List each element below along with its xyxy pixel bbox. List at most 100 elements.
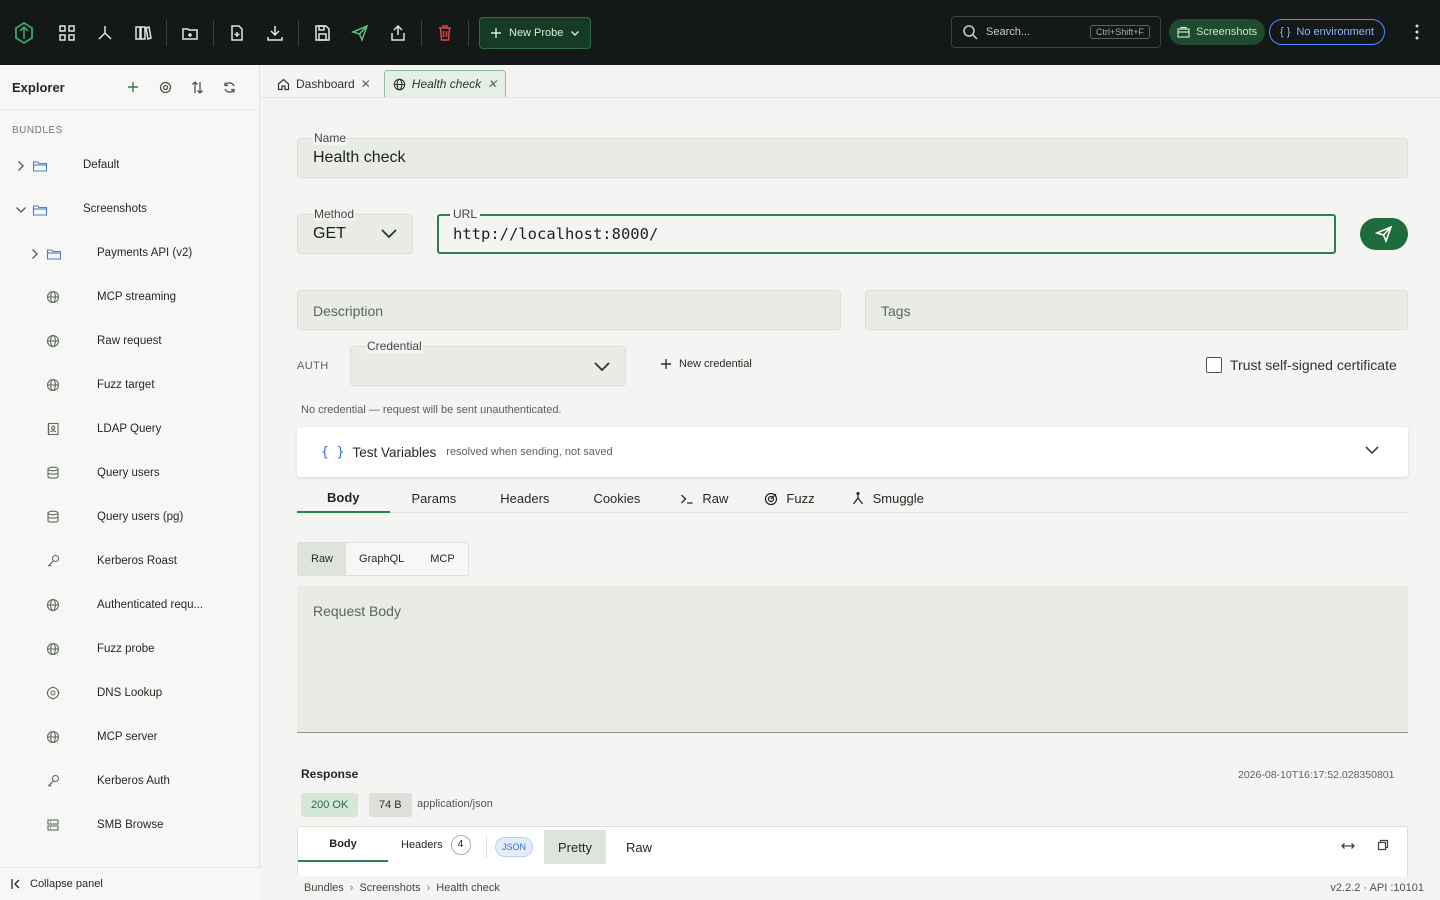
tags-input[interactable]: Tags: [865, 290, 1408, 330]
tab-dashboard[interactable]: Dashboard ✕: [268, 70, 380, 97]
body-mode-mcp[interactable]: MCP: [417, 543, 467, 575]
request-tab-raw[interactable]: Raw: [662, 484, 746, 513]
download-icon[interactable]: [256, 14, 294, 52]
sidebar-item[interactable]: Kerberos Roast: [0, 540, 259, 584]
response-tab-body[interactable]: Body: [298, 827, 388, 862]
sidebar-item-label: Query users: [97, 467, 160, 479]
sidebar-item[interactable]: MCP server: [0, 716, 259, 760]
chevron-down-icon[interactable]: [1364, 444, 1380, 456]
sidebar-item[interactable]: Fuzz probe: [0, 628, 259, 672]
auth-label: AUTH: [297, 360, 329, 372]
save-icon[interactable]: [303, 14, 341, 52]
url-value: http://localhost:8000/: [453, 225, 659, 243]
environment-label: No environment: [1296, 26, 1375, 38]
url-label: URL: [450, 207, 481, 221]
sidebar-item[interactable]: Payments API (v2): [0, 232, 259, 276]
checkbox-box[interactable]: [1206, 357, 1222, 373]
target-icon: [764, 492, 778, 506]
breadcrumb-item[interactable]: Bundles: [304, 882, 344, 894]
sort-icon[interactable]: [181, 71, 213, 103]
chevron-right-icon[interactable]: [14, 159, 28, 173]
target-icon[interactable]: [149, 71, 181, 103]
new-credential-button[interactable]: New credential: [660, 358, 752, 370]
request-tab-headers[interactable]: Headers: [478, 484, 571, 513]
environment-selector[interactable]: { } No environment: [1269, 19, 1386, 45]
library-icon[interactable]: [124, 14, 162, 52]
new-folder-icon[interactable]: [171, 14, 209, 52]
raw-view-button[interactable]: Raw: [614, 830, 664, 864]
response-panel: Body Headers 4 JSON Pretty Raw: [297, 826, 1408, 876]
description-input[interactable]: Description: [297, 290, 841, 330]
sidebar-item[interactable]: MCP streaming: [0, 276, 259, 320]
folder-icon: [32, 202, 48, 218]
sidebar-item[interactable]: Default: [0, 144, 259, 188]
test-variables-title: Test Variables: [352, 444, 437, 460]
request-tab-params[interactable]: Params: [390, 484, 479, 513]
trust-self-signed-checkbox[interactable]: Trust self-signed certificate: [1206, 357, 1397, 373]
workspace-chip[interactable]: Screenshots: [1169, 19, 1266, 45]
breadcrumb-item[interactable]: Screenshots: [359, 882, 420, 894]
collapse-panel-button[interactable]: Collapse panel: [0, 867, 260, 900]
sidebar-item[interactable]: Authenticated requ...: [0, 584, 259, 628]
close-icon[interactable]: ✕: [487, 77, 497, 91]
body-mode-graphql[interactable]: GraphQL: [346, 543, 417, 575]
chevron-right-icon[interactable]: [28, 247, 42, 261]
search-input[interactable]: Search... Ctrl+Shift+F: [951, 16, 1161, 48]
sidebar-item[interactable]: Query users: [0, 452, 259, 496]
sidebar-item[interactable]: Raw request: [0, 320, 259, 364]
explorer-title: Explorer: [12, 79, 65, 95]
content-type: application/json: [417, 798, 493, 810]
sidebar-item[interactable]: Query users (pg): [0, 496, 259, 540]
close-icon[interactable]: ✕: [361, 77, 371, 91]
request-tab-body[interactable]: Body: [297, 484, 390, 513]
sidebar-item[interactable]: LDAP Query: [0, 408, 259, 452]
database-icon: [46, 466, 62, 482]
workspace-icon: [1177, 26, 1190, 39]
request-tab-smuggle[interactable]: Smuggle: [833, 484, 942, 513]
copy-icon[interactable]: [1377, 839, 1389, 851]
sidebar-item[interactable]: Kerberos Auth: [0, 760, 259, 804]
url-input[interactable]: http://localhost:8000/: [437, 214, 1336, 254]
request-body-editor[interactable]: Request Body: [297, 586, 1408, 733]
request-tab-cookies[interactable]: Cookies: [571, 484, 662, 513]
plus-icon: [660, 358, 672, 370]
send-request-button[interactable]: [1360, 218, 1408, 250]
delete-icon[interactable]: [426, 14, 464, 52]
toolbar-divider: [468, 19, 469, 46]
response-timestamp: 2026-08-10T16:17:52.028350801: [1238, 769, 1395, 781]
response-tab-label: Headers: [401, 838, 443, 851]
refresh-icon[interactable]: [213, 71, 245, 103]
sidebar-item[interactable]: Screenshots: [0, 188, 259, 232]
globe-icon: [46, 642, 62, 658]
name-field[interactable]: Health check: [297, 138, 1408, 178]
workspace-label: Screenshots: [1196, 26, 1258, 38]
search-shortcut: Ctrl+Shift+F: [1089, 25, 1150, 39]
request-tab-fuzz[interactable]: Fuzz: [746, 484, 832, 513]
test-variables-panel[interactable]: { } Test Variables resolved when sending…: [297, 427, 1408, 477]
name-label: Name: [313, 131, 348, 145]
pretty-view-button[interactable]: Pretty: [544, 830, 606, 864]
share-icon[interactable]: [379, 14, 417, 52]
home-icon: [277, 78, 290, 91]
tab-health-check[interactable]: Health check ✕: [383, 70, 507, 97]
sidebar-item[interactable]: Fuzz target: [0, 364, 259, 408]
response-tab-headers[interactable]: Headers 4: [401, 827, 471, 862]
description-placeholder: Description: [313, 303, 384, 319]
request-tabs: Body Params Headers Cookies Raw Fuzz Smuggle: [297, 484, 942, 513]
plus-icon: [490, 27, 502, 39]
wrap-horizontal-icon[interactable]: [1341, 839, 1355, 853]
chevron-down-icon[interactable]: [14, 203, 28, 217]
body-mode-raw[interactable]: Raw: [298, 543, 347, 575]
sidebar-item[interactable]: DNS Lookup: [0, 672, 259, 716]
contact-book-icon: [46, 422, 62, 438]
add-icon[interactable]: [117, 71, 149, 103]
breadcrumb-item[interactable]: Health check: [436, 882, 500, 894]
more-menu-icon[interactable]: [1405, 20, 1429, 44]
sidebar-item-label: LDAP Query: [97, 423, 162, 435]
sidebar-item[interactable]: SMB Browse: [0, 804, 259, 848]
send-icon[interactable]: [341, 14, 379, 52]
grid-icon[interactable]: [48, 14, 86, 52]
fork-icon[interactable]: [86, 14, 124, 52]
new-file-icon[interactable]: [218, 14, 256, 52]
new-probe-button[interactable]: New Probe: [479, 16, 592, 49]
